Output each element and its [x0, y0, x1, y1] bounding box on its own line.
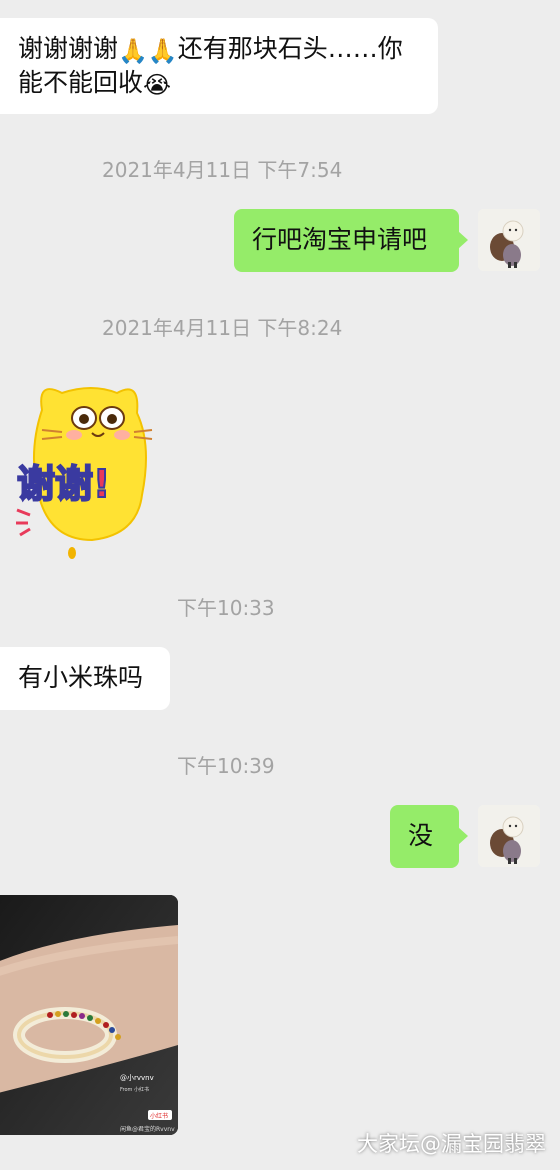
- message-text: 能不能回收: [18, 68, 144, 97]
- timestamp: 2021年4月11日 下午8:24: [102, 316, 343, 340]
- pray-emoji-icon: 🙏: [118, 37, 148, 65]
- photo-caption-handle: @小rvvnv: [120, 1073, 154, 1082]
- monk-avatar-icon: [478, 209, 540, 271]
- bracelet-photo: @小rvvnv From 小红书 小红书 闲鱼@君宝的Rvvnv: [0, 895, 178, 1135]
- bubble-tail: [458, 827, 468, 845]
- timestamp: 2021年4月11日 下午7:54: [102, 158, 343, 182]
- photo-caption-from: From 小红书: [120, 1086, 149, 1093]
- crying-emoji-icon: 😭: [143, 71, 172, 99]
- message-text: 行吧淘宝申请吧: [252, 225, 428, 254]
- received-message-2[interactable]: 有小米珠吗: [0, 647, 170, 710]
- message-text-line-2: 能不能回收😭: [18, 66, 420, 100]
- monk-avatar-icon: [478, 805, 540, 867]
- pray-emoji-icon: 🙏: [147, 37, 178, 65]
- yellow-cat-sticker-icon: 谢谢!: [16, 387, 153, 559]
- bubble-tail: [458, 231, 468, 249]
- message-text: 有小米珠吗: [18, 663, 144, 692]
- sent-message-2[interactable]: 没: [390, 805, 468, 868]
- sticker-cat-thanks[interactable]: 谢谢!: [12, 375, 172, 560]
- message-text-line-1: 谢谢谢谢🙏🙏还有那块石头……你: [18, 32, 420, 66]
- watermark: 大家坛@漏宝园翡翠: [357, 1132, 546, 1156]
- message-text: 谢谢谢谢: [18, 34, 119, 63]
- message-text: 还有那块石头……你: [177, 34, 403, 63]
- image-message-bracelet[interactable]: @小rvvnv From 小红书 小红书 闲鱼@君宝的Rvvnv: [0, 895, 178, 1135]
- photo-bottom-text: 闲鱼@君宝的Rvvnv: [120, 1125, 175, 1133]
- sent-message-1[interactable]: 行吧淘宝申请吧: [234, 209, 468, 272]
- user-avatar[interactable]: [478, 805, 540, 867]
- timestamp: 下午10:39: [177, 754, 275, 778]
- received-message-1[interactable]: 谢谢谢谢🙏🙏还有那块石头……你 能不能回收😭: [0, 18, 438, 114]
- message-text: 没: [408, 821, 434, 850]
- sticker-text: 谢谢!: [17, 462, 110, 506]
- user-avatar[interactable]: [478, 209, 540, 271]
- photo-badge: 小红书: [150, 1112, 168, 1120]
- timestamp: 下午10:33: [177, 596, 275, 620]
